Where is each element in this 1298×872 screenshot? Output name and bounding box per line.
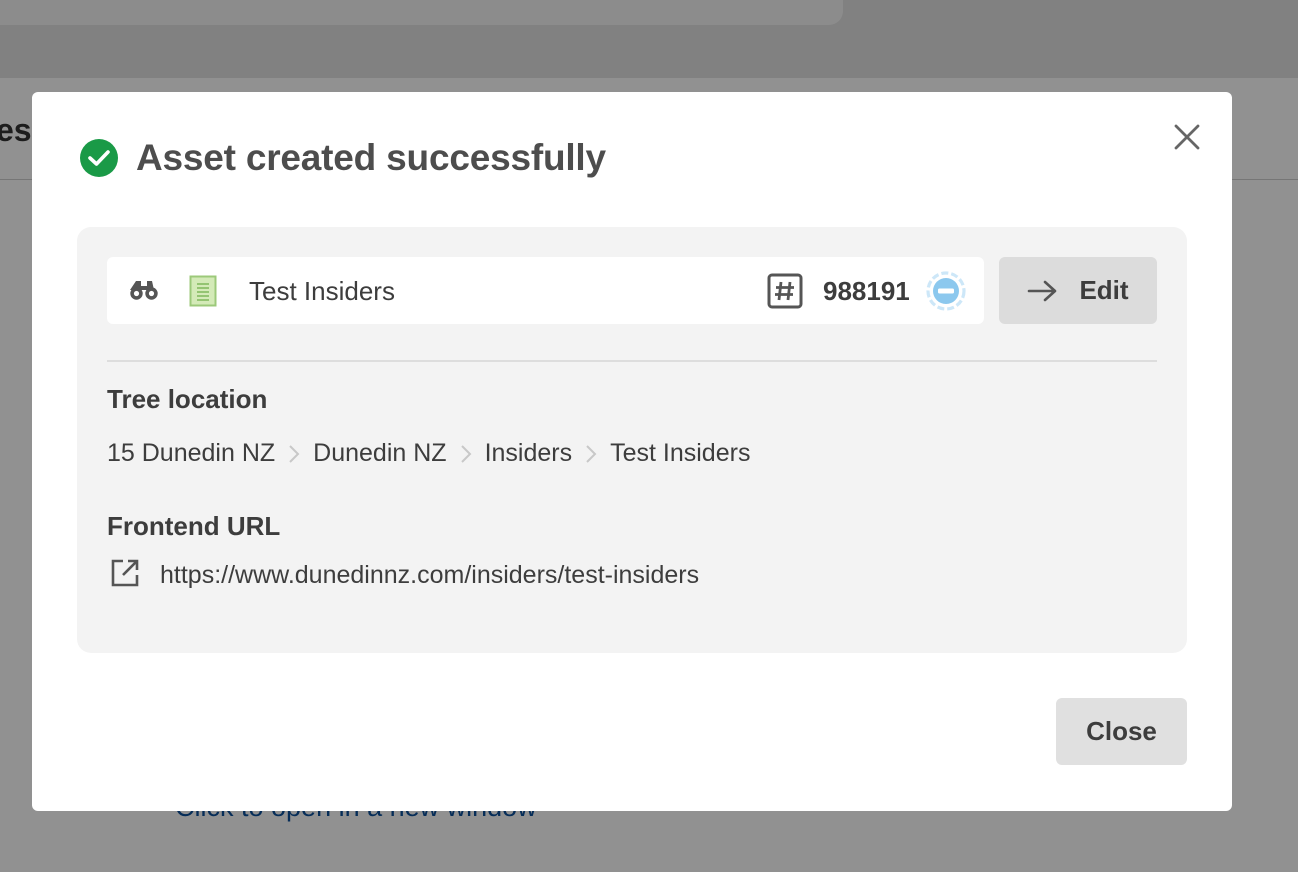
hash-icon [767,273,803,314]
frontend-url-link[interactable]: https://www.dunedinnz.com/insiders/test-… [160,561,699,590]
frontend-url-label: Frontend URL [107,511,281,541]
success-dialog: Asset created successfully Test Insiders… [32,92,1232,811]
dialog-header: Asset created successfully [80,137,606,179]
breadcrumb-item[interactable]: 15 Dunedin NZ [107,439,275,468]
breadcrumb: 15 Dunedin NZ Dunedin NZ Insiders Test I… [107,439,750,468]
frontend-url-row: https://www.dunedinnz.com/insiders/test-… [110,558,699,593]
breadcrumb-item[interactable]: Dunedin NZ [313,439,446,468]
standard-page-icon [189,275,217,312]
binoculars-icon[interactable] [129,279,159,306]
check-circle-icon [80,139,118,177]
arrow-right-icon [1028,280,1057,301]
chevron-right-icon [585,444,597,464]
edit-button-label: Edit [1079,275,1129,305]
chevron-right-icon [288,444,300,464]
status-icon [925,270,967,317]
asset-details-panel: Test Insiders 988191 Edit Tree location … [77,227,1187,653]
edit-button[interactable]: Edit [999,257,1157,324]
breadcrumb-item[interactable]: Insiders [485,439,573,468]
breadcrumb-item[interactable]: Test Insiders [610,439,750,468]
chevron-right-icon [460,444,472,464]
external-link-icon[interactable] [110,558,140,593]
panel-divider [107,360,1157,362]
close-button[interactable]: Close [1056,698,1187,765]
asset-name: Test Insiders [249,276,395,306]
close-icon[interactable] [1170,120,1204,154]
asset-id: 988191 [823,276,910,306]
asset-summary-row: Test Insiders 988191 [107,257,984,324]
tree-location-label: Tree location [107,384,268,414]
dialog-title: Asset created successfully [136,137,606,178]
